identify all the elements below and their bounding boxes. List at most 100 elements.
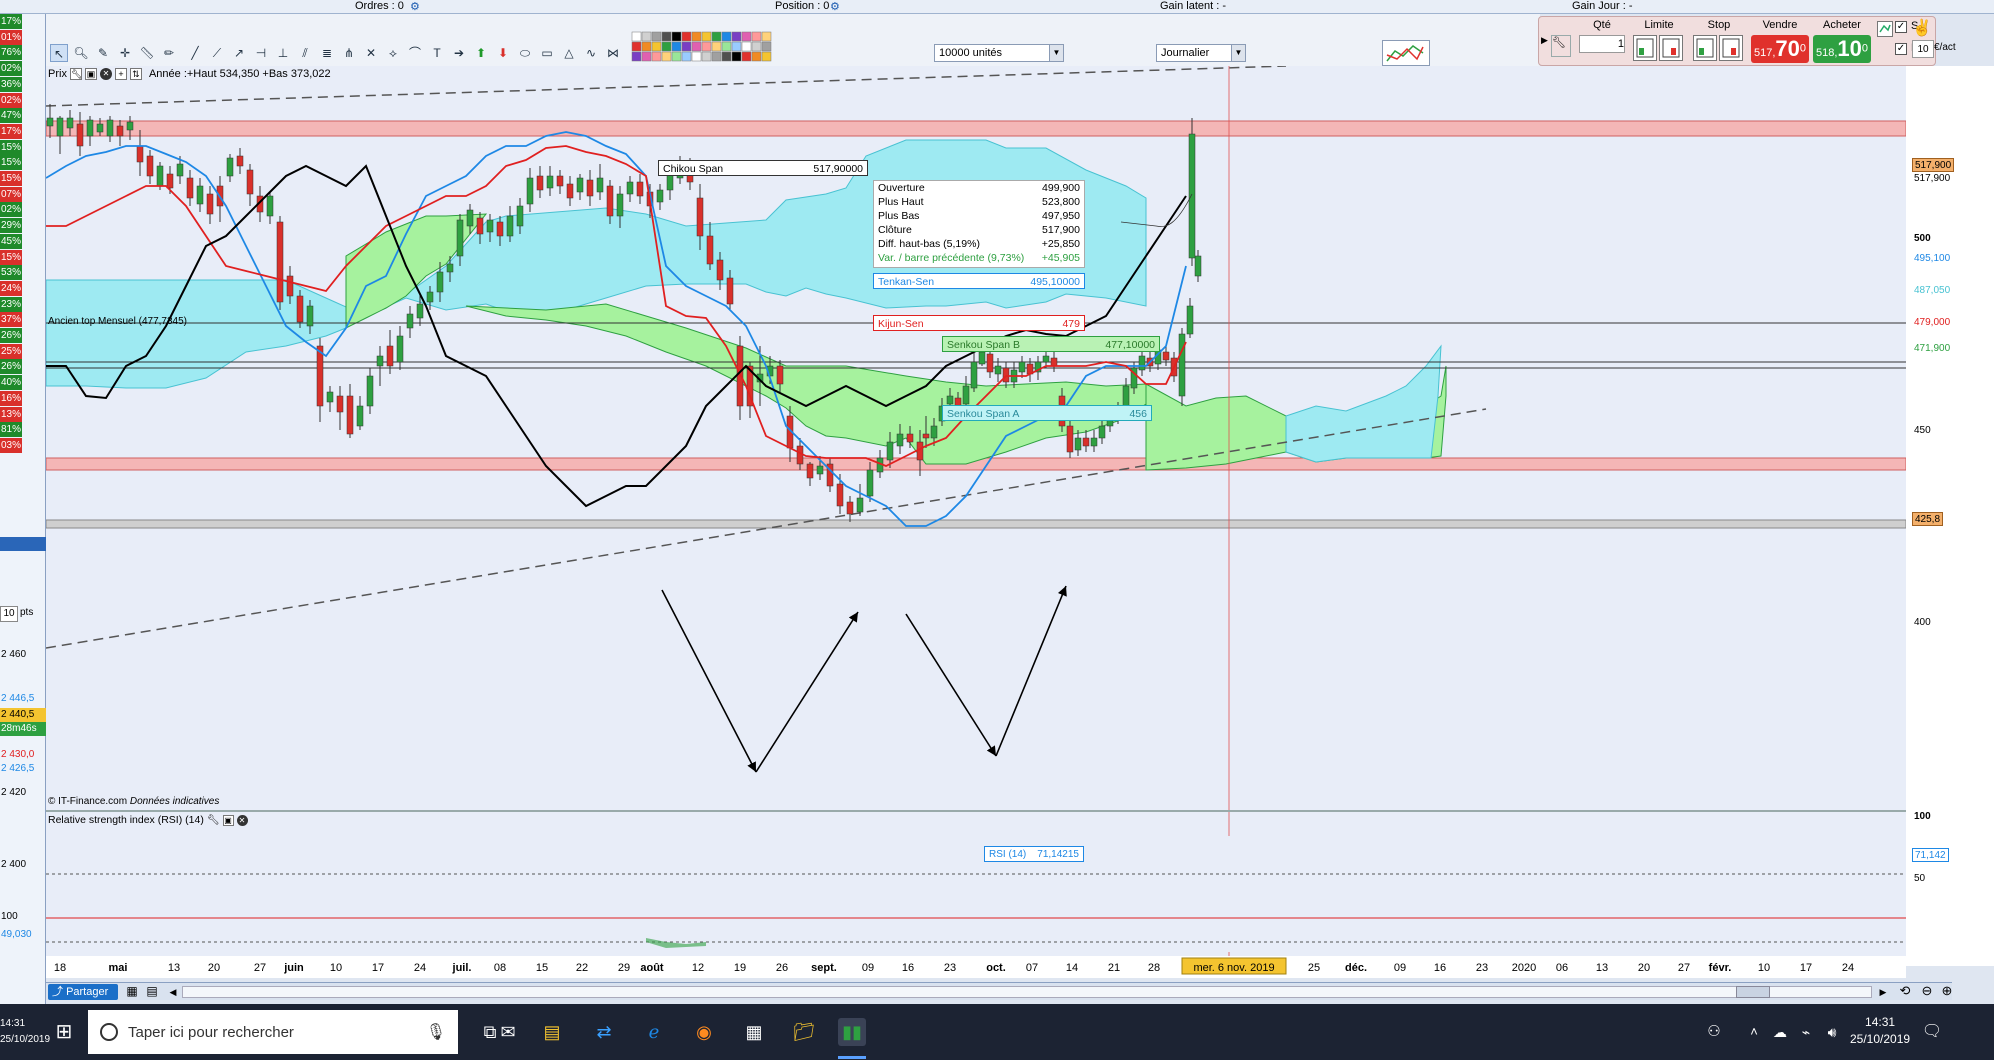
file-explorer-icon[interactable]: 📁︎ [790,1018,818,1046]
side-panel-header[interactable] [0,537,46,551]
restore-icon[interactable]: ▣ [84,68,97,80]
qty-input[interactable] [1579,35,1625,53]
windows-start-icon[interactable]: ⊞ [50,1018,78,1046]
share-button[interactable]: ⤴ Partager [48,984,118,1000]
watchlist-change[interactable]: 03% [0,437,22,453]
shortcut-icon[interactable] [1877,21,1893,37]
watchlist-change[interactable]: 24% [0,280,22,296]
firefox-icon[interactable]: ◉ [690,1018,718,1046]
sell-button[interactable]: 517,700 [1751,35,1809,63]
watchlist-change[interactable]: 37% [0,312,22,328]
watchlist-change[interactable]: 25% [0,343,22,359]
watchlist-change[interactable]: 29% [0,218,22,234]
up-arrow-tool-icon[interactable]: ⬆ [472,44,490,62]
ray-tool-icon[interactable]: ↗ [230,44,248,62]
watchlist-change[interactable]: 16% [0,390,22,406]
watchlist-change[interactable]: 15% [0,155,22,171]
date-axis[interactable]: 18 mai 13 20 27 juin 10 17 24 juil. 08 15 22 29 août 12… [46,956,1906,978]
down-arrow-tool-icon[interactable]: ⬇ [494,44,512,62]
pencil-tool-icon[interactable]: ✏ [160,44,178,62]
ruler-tool-icon[interactable]: 📏︎ [138,44,156,62]
hline-tool-icon[interactable]: ⊣ [252,44,270,62]
watchlist-change[interactable]: 15% [0,249,22,265]
watchlist-change[interactable]: 02% [0,61,22,77]
line-tool-icon[interactable]: ╱ [186,44,204,62]
arc-tool-icon[interactable]: ⌒ [406,44,424,62]
period-select[interactable]: Journalier ▼ [1156,44,1246,62]
mail-icon[interactable]: ✉ [494,1018,522,1046]
pitchfork-tool-icon[interactable]: ⋔ [340,44,358,62]
watchlist-change[interactable]: 17% [0,123,22,139]
polygon-tool-icon[interactable]: ⬭ [516,44,534,62]
edge-icon[interactable]: ℯ [640,1018,668,1046]
close-icon[interactable]: ✕ [99,68,112,80]
scroll-thumb[interactable] [1736,986,1770,998]
volume-icon[interactable]: 🔊︎ [1818,1018,1846,1046]
watchlist-change[interactable]: 81% [0,422,22,438]
wrench-icon[interactable]: 🔧︎ [1551,35,1571,57]
crosshair-tool-icon[interactable]: ✛ [116,44,134,62]
watchlist-change[interactable]: 01% [0,29,22,45]
chart-type-selector[interactable] [1382,40,1430,66]
stop-buy-button[interactable] [1693,35,1717,61]
vline-tool-icon[interactable]: ⊥ [274,44,292,62]
watchlist-change[interactable]: 02% [0,202,22,218]
add-icon[interactable]: + [114,68,127,80]
rectangle-tool-icon[interactable]: ▭ [538,44,556,62]
collapse-arrow-icon[interactable]: ▶ [1541,35,1548,46]
channel-tool-icon[interactable]: ⫽ [296,44,314,62]
gann-tool-icon[interactable]: ✕ [362,44,380,62]
taskbar-clock[interactable]: 14:31 25/10/2019 [1850,1014,1910,1048]
position-link-icon[interactable]: ⚙ [830,1,840,14]
tray-chevron-icon[interactable]: ˄ [1740,1018,1768,1046]
checkbox-l[interactable]: ✓ [1895,43,1907,55]
orders-link-icon[interactable]: ⚙ [410,1,420,14]
restore-icon[interactable]: ▣ [222,814,234,826]
stop-sell-button[interactable] [1719,35,1743,61]
xabcd-tool-icon[interactable]: ⋈ [604,44,622,62]
pen-tool-icon[interactable]: ✎ [94,44,112,62]
table-icon[interactable]: ▤ [144,984,160,1000]
zoom-tool-icon[interactable]: 🔍︎ [72,44,90,62]
watchlist-change[interactable]: 07% [0,186,22,202]
ticket-icon[interactable]: ✌ [1912,18,1934,40]
people-icon[interactable]: ⚇ [1700,1018,1728,1046]
zoom-out-icon[interactable]: ⊖ [1918,983,1936,1001]
watchlist-change[interactable]: 26% [0,328,22,343]
color-palette[interactable] [630,30,780,64]
auto-scale-icon[interactable]: ⟲ [1896,983,1914,1001]
pointer-tool-icon[interactable]: ↖ [50,44,68,62]
watchlist-change[interactable]: 76% [0,45,22,61]
close-icon[interactable]: ✕ [236,814,248,826]
position-count[interactable]: Position : 0 [775,0,829,13]
fibo-tool-icon[interactable]: ≣ [318,44,336,62]
checkbox-s[interactable]: ✓ [1895,21,1907,33]
arrow-tool-icon[interactable]: ➔ [450,44,468,62]
buy-button[interactable]: 518,100 [1813,35,1871,63]
scroll-right-icon[interactable]: ▶ [1876,984,1890,1000]
limit-buy-button[interactable] [1633,35,1657,61]
per-act-input[interactable] [1912,40,1934,58]
network-icon[interactable]: ⌁ [1792,1018,1820,1046]
grid-icon[interactable]: ▦ [124,984,140,1000]
trendline-tool-icon[interactable]: ⟋ [208,44,226,62]
prorealtime-icon[interactable]: ▮▮ [838,1018,866,1046]
sticky-notes-icon[interactable]: ▤ [538,1018,566,1046]
triangle-tool-icon[interactable]: △ [560,44,578,62]
watchlist-change[interactable]: 02% [0,92,22,108]
wrench-icon[interactable]: 🔧︎ [207,815,220,826]
trading-app-icon[interactable]: ⇄ [590,1018,618,1046]
microphone-icon[interactable]: 🎙︎ [426,1022,446,1042]
price-axis[interactable]: 517,900 517,900 500 495,100 487,050 479,… [1906,66,1994,966]
watchlist-change[interactable]: 13% [0,406,22,422]
watchlist-change[interactable]: 47% [0,108,22,124]
watchlist-change[interactable]: 23% [0,296,22,312]
text-tool-icon[interactable]: T [428,44,446,62]
orders-count[interactable]: Ordres : 0 [355,0,404,13]
watchlist-change[interactable]: 17% [0,14,22,29]
watchlist-change[interactable]: 45% [0,233,22,249]
notifications-icon[interactable]: 🗨︎ [1918,1018,1946,1046]
scroll-left-icon[interactable]: ◀ [166,984,180,1000]
settings-icon[interactable]: 🔧︎ [69,68,82,80]
zoom-in-icon[interactable]: ⊕ [1938,983,1956,1001]
